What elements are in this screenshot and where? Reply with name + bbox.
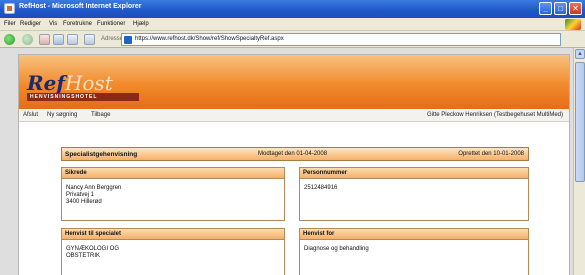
nav-tilbage[interactable]: Tilbage — [91, 112, 110, 118]
personnummer-box: Personnummer 2512484916 — [299, 167, 529, 221]
menu-vis[interactable]: Vis — [49, 21, 57, 27]
menu-rediger[interactable]: Rediger — [20, 21, 41, 27]
menu-filer[interactable]: Filer — [4, 21, 16, 27]
back-icon[interactable] — [4, 34, 15, 45]
speciality-line1: GYNÆKOLOGI OG — [66, 246, 120, 252]
menu-funktioner[interactable]: Funktioner — [97, 21, 125, 27]
logo-subtitle: HENVISNINGSHOTEL — [27, 93, 139, 101]
henvist-for-box: Henvist for Diagnose og behandling — [299, 228, 529, 275]
henvist-til-box: Henvist til specialet GYNÆKOLOGI OG OBST… — [61, 228, 285, 275]
search-icon[interactable] — [84, 34, 95, 45]
windows-flag-icon — [565, 19, 581, 30]
received-date: Modtaget den 01-04-2008 — [258, 151, 328, 157]
henvist-for-header: Henvist for — [300, 229, 528, 240]
scroll-thumb[interactable] — [575, 62, 585, 182]
address-bar[interactable]: https://www.refhost.dk/Show/ref/ShowSpec… — [121, 33, 561, 46]
referral-title-bar: Specialistgehenvisning Modtaget den 01-0… — [61, 147, 529, 161]
close-button[interactable]: ✕ — [569, 2, 582, 15]
address-url[interactable]: https://www.refhost.dk/Show/ref/ShowSpec… — [135, 36, 284, 42]
referral-heading: Specialistgehenvisning — [65, 151, 138, 158]
vertical-scrollbar[interactable]: ▲ — [573, 48, 585, 275]
sikrede-header: Sikrede — [62, 168, 284, 179]
home-icon[interactable] — [67, 34, 78, 45]
header-band: RefHost HENVISNINGSHOTEL — [19, 55, 569, 109]
logo-ref: Ref — [27, 71, 65, 95]
nav-ny-soegning[interactable]: Ny søgning — [47, 112, 77, 118]
patient-street: Privatvej 1 — [66, 192, 95, 198]
menu-bar: Filer Rediger Vis Foretrukne Funktioner … — [0, 18, 585, 31]
page-icon — [124, 36, 132, 44]
menu-foretrukne[interactable]: Foretrukne — [63, 21, 92, 27]
created-date: Oprettet den 10-01-2008 — [458, 151, 524, 157]
sikrede-box: Sikrede Nancy Ann Berggren Privatvej 1 3… — [61, 167, 285, 221]
patient-name: Nancy Ann Berggren — [66, 185, 122, 191]
page-viewport: RefHost HENVISNINGSHOTEL Afslut Ny søgni… — [0, 48, 573, 275]
toolbar: Adresse https://www.refhost.dk/Show/ref/… — [0, 31, 585, 48]
henvist-for-value: Diagnose og behandling — [304, 246, 369, 252]
nav-afslut[interactable]: Afslut — [23, 112, 38, 118]
stop-icon[interactable] — [39, 34, 50, 45]
content-area: Specialistgehenvisning Modtaget den 01-0… — [19, 122, 569, 275]
personnummer-value: 2512484916 — [304, 185, 338, 191]
title-bar: RefHost - Microsoft Internet Explorer _ … — [0, 0, 585, 18]
ie-icon — [4, 3, 15, 14]
refhost-page: RefHost HENVISNINGSHOTEL Afslut Ny søgni… — [18, 54, 570, 275]
refresh-icon[interactable] — [53, 34, 64, 45]
henvist-til-header: Henvist til specialet — [62, 229, 284, 240]
personnummer-header: Personnummer — [300, 168, 528, 179]
scroll-up-icon[interactable]: ▲ — [575, 49, 585, 59]
nav-user: Gitte Pleckow Henriksen (Testbegehuset M… — [426, 112, 563, 118]
patient-city: 3400 Hillerød — [66, 199, 102, 205]
address-label: Adresse — [101, 36, 124, 42]
window-controls: _ □ ✕ — [539, 2, 582, 15]
minimize-button[interactable]: _ — [539, 2, 552, 15]
logo-host: Host — [64, 71, 113, 95]
nav-bar: Afslut Ny søgning Tilbage Gitte Pleckow … — [19, 109, 569, 122]
speciality-line2: OBSTETRIK — [66, 253, 101, 259]
window-title: RefHost - Microsoft Internet Explorer — [19, 3, 142, 10]
maximize-button[interactable]: □ — [554, 2, 567, 15]
forward-icon[interactable] — [22, 34, 33, 45]
menu-hjaelp[interactable]: Hjælp — [133, 21, 149, 27]
